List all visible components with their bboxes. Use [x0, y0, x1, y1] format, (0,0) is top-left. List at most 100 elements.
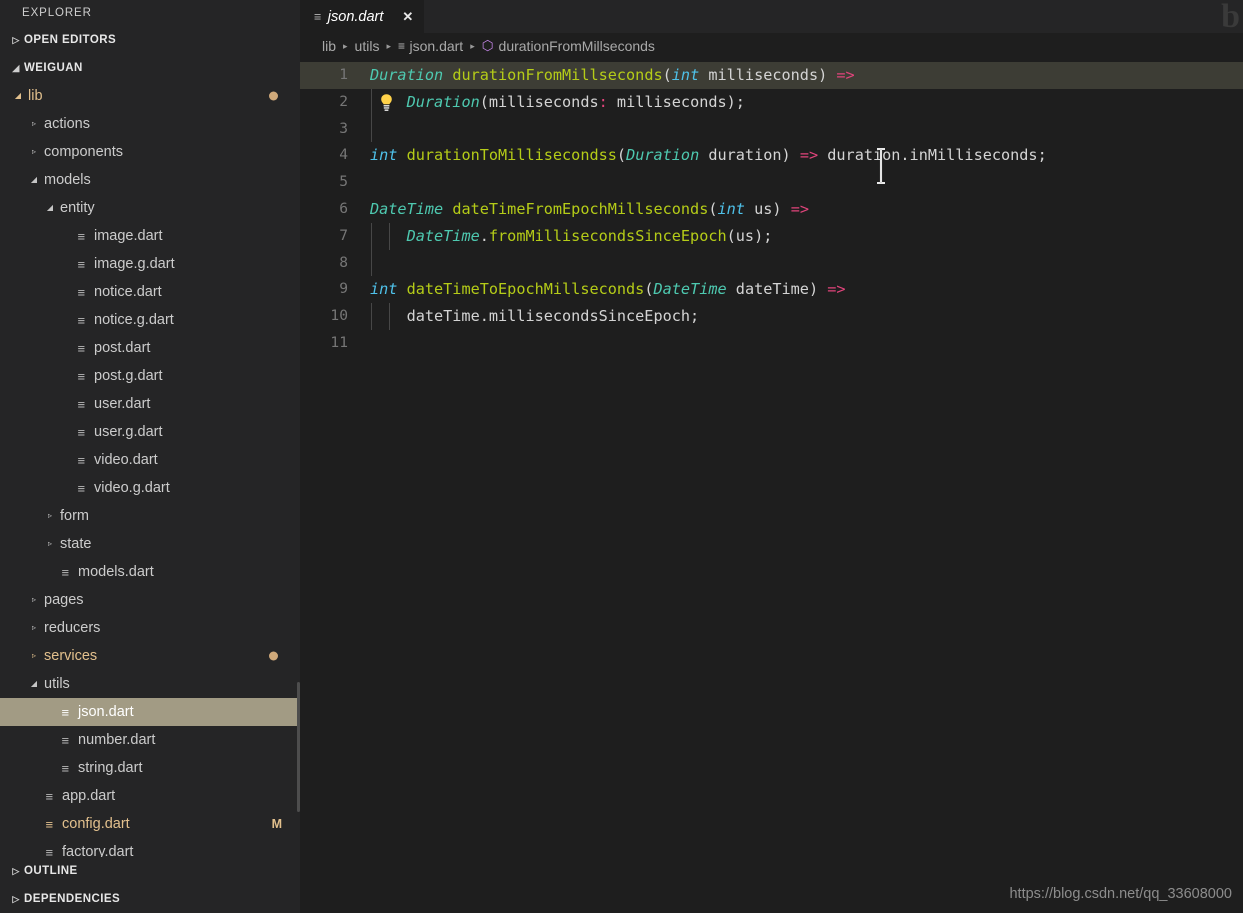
code-line[interactable]: 3: [300, 115, 1243, 143]
tree-file-json-dart[interactable]: ≡ json.dart: [0, 698, 300, 726]
code-line[interactable]: 10 dateTime.millisecondsSinceEpoch;: [300, 303, 1243, 330]
lightbulb-icon[interactable]: [379, 93, 394, 117]
tree-folder-lib[interactable]: ◢ lib: [0, 82, 300, 110]
modified-dot-indicator: [269, 91, 278, 101]
code-line-text: dateTime.millisecondsSinceEpoch;: [370, 303, 700, 330]
tree-file-factory-dart[interactable]: ≡ factory.dart: [0, 838, 300, 857]
tree-item-label: video.g.dart: [94, 480, 170, 496]
line-number: 6: [339, 199, 348, 217]
tree-file-notice-dart[interactable]: ≡ notice.dart: [0, 278, 300, 306]
tree-folder-form[interactable]: ▹ form: [0, 502, 300, 530]
tree-item-label: utils: [44, 676, 70, 692]
line-number: 8: [339, 253, 348, 271]
code-token-fn: dateTimeToEpochMillseconds: [406, 280, 645, 299]
pane-weiguan[interactable]: ◢ WEIGUAN: [0, 54, 300, 82]
tree-item-label: components: [44, 144, 123, 160]
code-token-fn: dateTimeFromEpochMillseconds: [452, 199, 709, 218]
tree-file-config-dart[interactable]: ≡ config.dart M: [0, 810, 300, 838]
code-token-punct: (: [662, 66, 672, 84]
file-icon: ≡: [397, 39, 405, 53]
tree-file-post-dart[interactable]: ≡ post.dart: [0, 334, 300, 362]
code-token-type: Duration: [626, 146, 700, 165]
tree-file-user-g-dart[interactable]: ≡ user.g.dart: [0, 418, 300, 446]
chevron-right-icon: ▹: [31, 147, 36, 156]
tree-folder-state[interactable]: ▹ state: [0, 530, 300, 558]
code-line[interactable]: 9 int dateTimeToEpochMillseconds(DateTime…: [300, 276, 1243, 303]
indent-guide: [371, 115, 372, 143]
code-token-punct: ): [808, 280, 819, 299]
tree-item-label: user.dart: [94, 396, 151, 412]
code-line-text: DateTime.fromMillisecondsSinceEpoch(us);: [370, 223, 773, 250]
tree-item-label: pages: [44, 592, 84, 608]
tree-file-models-dart[interactable]: ≡ models.dart: [0, 558, 300, 586]
code-line[interactable]: 11: [300, 330, 1243, 357]
tab-bar: ≡ json.dart ✕: [300, 0, 1243, 33]
tree-item-label: number.dart: [78, 732, 156, 748]
tree-item-label: reducers: [44, 620, 101, 636]
code-token-arrow: =>: [827, 280, 846, 299]
tree-item-label: notice.dart: [94, 284, 162, 300]
tree-item-label: post.dart: [94, 340, 151, 356]
corner-watermark: b: [1221, 0, 1240, 35]
code-token-plain: milliseconds: [699, 66, 819, 84]
breadcrumb-item[interactable]: utils: [355, 38, 380, 54]
breadcrumb-item[interactable]: lib: [322, 38, 336, 54]
code-line-text: int durationToMillisecondss(Duration dur…: [370, 142, 1047, 169]
tree-file-image-dart[interactable]: ≡ image.dart: [0, 222, 300, 250]
code-token-type: Duration: [406, 92, 480, 111]
tree-file-video-dart[interactable]: ≡ video.dart: [0, 446, 300, 474]
code-editor[interactable]: 1 Duration durationFromMillseconds(int mi…: [300, 59, 1243, 913]
code-line[interactable]: 5: [300, 169, 1243, 196]
tree-folder-models[interactable]: ◢ models: [0, 166, 300, 194]
breadcrumb-item[interactable]: ⬡ durationFromMillseconds: [482, 38, 655, 54]
code-token-kw: int: [671, 66, 700, 84]
tree-item-label: factory.dart: [62, 844, 134, 857]
line-number: 10: [330, 307, 348, 325]
pane-open-editors[interactable]: ▷ OPEN EDITORS: [0, 26, 300, 54]
breadcrumb-item[interactable]: ≡ json.dart: [398, 38, 463, 54]
pane-outline[interactable]: ▷ OUTLINE: [0, 857, 300, 885]
tree-file-post-g-dart[interactable]: ≡ post.g.dart: [0, 362, 300, 390]
file-icon: ≡: [45, 844, 53, 858]
file-tree-scroll[interactable]: ◢ lib ▹ actions ▹ components ◢ models ◢ entity ≡ im…: [0, 82, 300, 857]
tree-folder-pages[interactable]: ▹ pages: [0, 586, 300, 614]
code-line[interactable]: 8: [300, 249, 1243, 277]
tree-folder-services[interactable]: ▹ services: [0, 642, 300, 670]
tab-bar-filler: [424, 0, 1243, 33]
sidebar-title: EXPLORER: [0, 0, 300, 26]
code-line[interactable]: 7 DateTime.fromMillisecondsSinceEpoch(us…: [300, 222, 1243, 250]
tree-file-notice-g-dart[interactable]: ≡ notice.g.dart: [0, 306, 300, 334]
code-line[interactable]: 1 Duration durationFromMillseconds(int mi…: [300, 62, 1243, 89]
tab-json-dart[interactable]: ≡ json.dart ✕: [300, 0, 425, 33]
code-token-punct: );: [726, 92, 745, 111]
tree-file-user-dart[interactable]: ≡ user.dart: [0, 390, 300, 418]
tree-folder-utils[interactable]: ◢ utils: [0, 670, 300, 698]
file-icon: ≡: [45, 788, 53, 804]
file-icon: ≡: [77, 368, 85, 384]
tree-folder-reducers[interactable]: ▹ reducers: [0, 614, 300, 642]
tree-file-app-dart[interactable]: ≡ app.dart: [0, 782, 300, 810]
tree-folder-components[interactable]: ▹ components: [0, 138, 300, 166]
tree-folder-entity[interactable]: ◢ entity: [0, 194, 300, 222]
tree-file-image-g-dart[interactable]: ≡ image.g.dart: [0, 250, 300, 278]
tree-file-video-g-dart[interactable]: ≡ video.g.dart: [0, 474, 300, 502]
code-token-plain: dateTime.millisecondsSinceEpoch;: [370, 307, 700, 326]
tree-item-label: user.g.dart: [94, 424, 163, 440]
pane-dependencies[interactable]: ▷ DEPENDENCIES: [0, 885, 300, 913]
code-line-text: Duration durationFromMillseconds(int mil…: [370, 62, 855, 89]
tree-folder-actions[interactable]: ▹ actions: [0, 110, 300, 138]
file-icon: ≡: [314, 9, 321, 24]
tab-label: json.dart: [327, 8, 384, 25]
code-line[interactable]: 6 DateTime dateTimeFromEpochMillseconds(i…: [300, 196, 1243, 223]
code-line[interactable]: 2 Duration(milliseconds: milliseconds);: [300, 88, 1243, 117]
tree-item-label: string.dart: [78, 760, 143, 776]
breadcrumb-label: lib: [322, 38, 337, 54]
chevron-down-icon: ◢: [30, 679, 38, 688]
tree-file-string-dart[interactable]: ≡ string.dart: [0, 754, 300, 782]
tree-file-number-dart[interactable]: ≡ number.dart: [0, 726, 300, 754]
close-icon[interactable]: ✕: [402, 9, 413, 25]
line-number: 5: [339, 173, 348, 191]
code-line[interactable]: 4 int durationToMillisecondss(Duration du…: [300, 142, 1243, 169]
vscode-window: EXPLORER ▷ OPEN EDITORS ◢ WEIGUAN ◢ lib ▹ a…: [0, 0, 1243, 913]
